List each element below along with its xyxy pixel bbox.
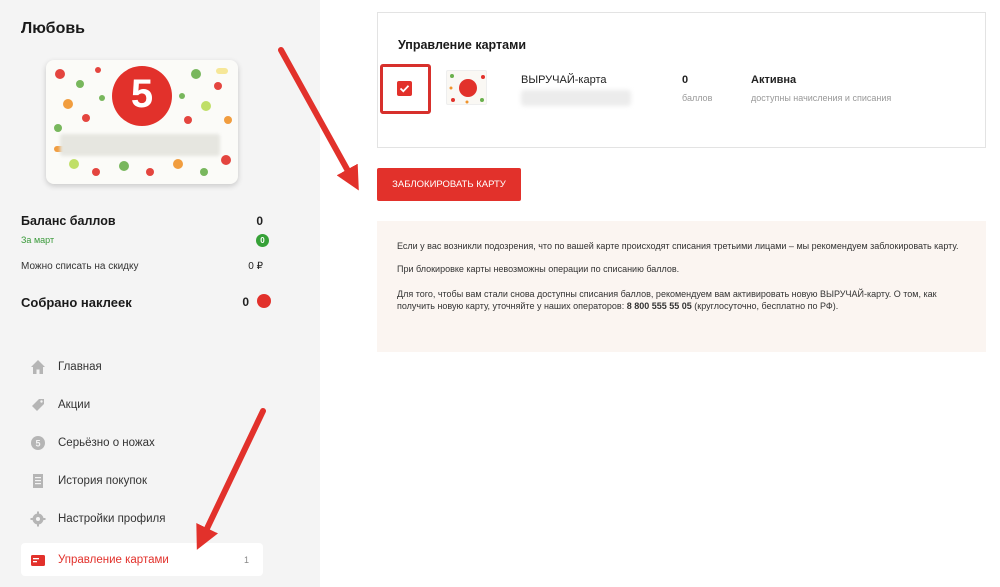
card-number-hidden: [521, 90, 631, 106]
panel-title: Управление картами: [398, 38, 527, 52]
discount-label: Можно списать на скидку: [21, 261, 139, 272]
nav-item-purchase-history[interactable]: История покупок: [21, 462, 263, 500]
sidebar: Любовь 5 Баланс баллов 0 За март 0 Можно…: [0, 0, 320, 587]
sticker-icon: [257, 294, 271, 308]
block-card-button[interactable]: ЗАБЛОКИРОВАТЬ КАРТУ: [377, 168, 521, 201]
nav-item-promotions[interactable]: Акции: [21, 386, 263, 424]
nav-item-card-management[interactable]: Управление картами 1: [21, 543, 263, 576]
balance-value: 0: [256, 214, 263, 228]
tag-icon: [30, 397, 46, 413]
nav-item-label: Управление картами: [58, 553, 169, 566]
pyaterochka-logo: [459, 79, 477, 97]
balance-row: Баланс баллов 0: [21, 214, 263, 228]
svg-text:5: 5: [35, 439, 40, 449]
user-name: Любовь: [21, 20, 86, 37]
card-number-hidden: [60, 134, 220, 156]
stickers-row: Собрано наклеек 0: [21, 294, 271, 310]
stickers-label: Собрано наклеек: [21, 295, 132, 310]
period-row: За март 0: [21, 234, 269, 247]
card-status-value: Активна: [751, 74, 797, 86]
receipt-icon: [30, 473, 46, 489]
check-icon: [399, 85, 410, 93]
operator-phone: 8 800 555 55 05: [626, 300, 692, 311]
home-icon: [30, 359, 46, 375]
discount-row: Можно списать на скидку 0 ₽: [21, 261, 263, 272]
card-status-label: доступны начисления и списания: [751, 93, 892, 103]
nav-item-label: Настройки профиля: [58, 513, 166, 525]
card-points-label: баллов: [682, 93, 713, 103]
coin-icon: 5: [30, 435, 46, 451]
period-label: За март: [21, 235, 55, 245]
nav-item-label: История покупок: [58, 475, 147, 487]
gear-icon: [30, 511, 46, 527]
discount-value: 0 ₽: [248, 261, 263, 272]
stickers-value: 0: [242, 295, 249, 309]
nav-item-label: Акции: [58, 399, 91, 411]
balance-title: Баланс баллов: [21, 214, 116, 228]
nav-item-badge: 1: [243, 554, 249, 565]
info-paragraph-suspicion: Если у вас возникли подозрения, что по в…: [397, 241, 959, 251]
nav-item-label: Серьёзно о ножах: [58, 437, 155, 449]
period-value-badge: 0: [256, 234, 269, 247]
card-thumbnail: [446, 70, 487, 105]
nav-item-profile-settings[interactable]: Настройки профиля: [21, 500, 263, 538]
nav-item-knives[interactable]: 5 Серьёзно о ножах: [21, 424, 263, 462]
info-text: (круглосуточно, бесплатно по РФ).: [691, 300, 839, 311]
loyalty-card-image: 5: [46, 60, 238, 184]
info-paragraph-blocking: При блокировке карты невозможны операции…: [397, 263, 680, 274]
info-paragraph-new-card: Для того, чтобы вам стали снова доступны…: [397, 289, 966, 312]
nav-item-label: Главная: [58, 361, 102, 373]
card-name: ВЫРУЧАЙ-карта: [521, 74, 607, 86]
sidebar-nav: Главная Акции 5 Серьёзно о ножах История…: [21, 348, 263, 576]
card-icon: [30, 552, 46, 568]
card-points-value: 0: [682, 74, 689, 86]
info-box: Если у вас возникли подозрения, что по в…: [377, 221, 986, 352]
card-select-checkbox[interactable]: [397, 81, 412, 96]
pyaterochka-logo: 5: [112, 66, 172, 126]
nav-item-home[interactable]: Главная: [21, 348, 263, 386]
